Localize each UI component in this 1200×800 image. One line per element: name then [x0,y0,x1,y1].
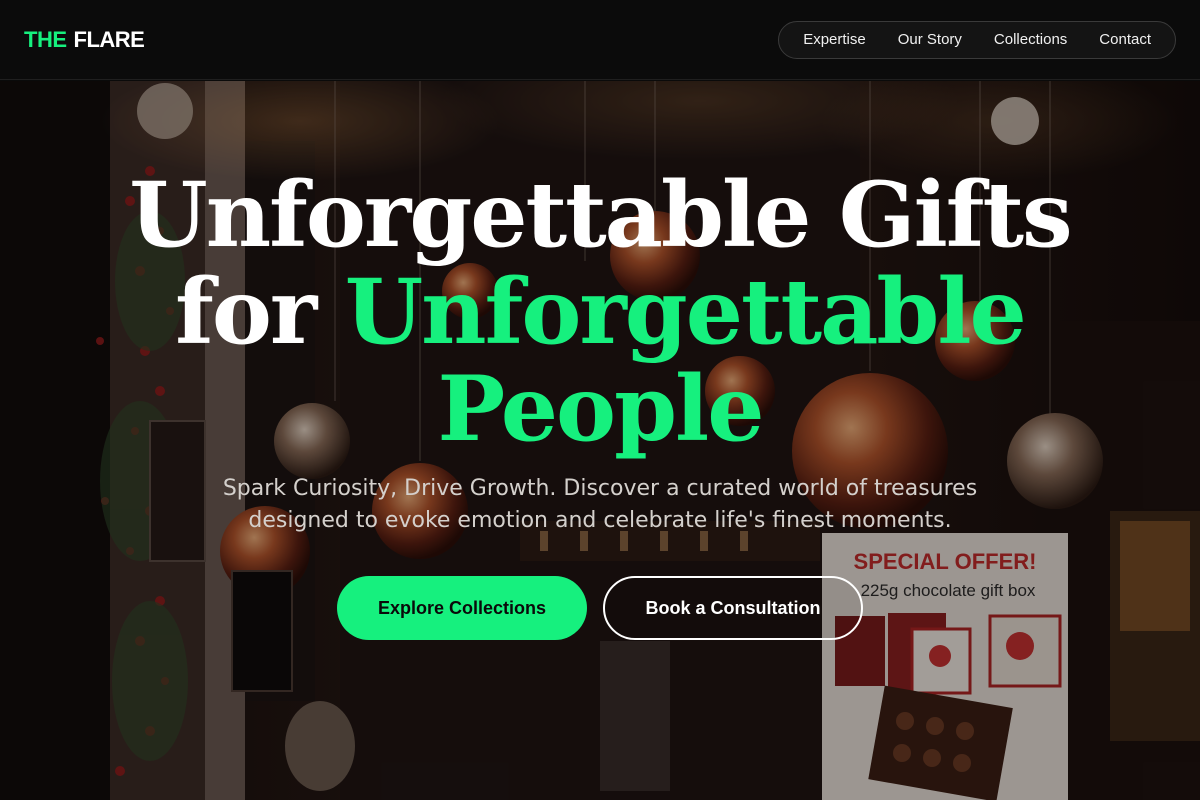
logo-the: THE [24,26,67,52]
headline-accent-people: People [437,356,765,462]
main-nav: Expertise Our Story Collections Contact [778,20,1176,59]
site-header: THE FLARE Expertise Our Story Collection… [0,0,1200,80]
hero-section: SPECIAL OFFER! 225g chocolate gift box U… [0,81,1200,800]
brand-logo[interactable]: THE FLARE [24,26,145,53]
hero-headline: Unforgettable Gifts for Unforgettable Pe… [0,167,1200,458]
nav-our-story[interactable]: Our Story [882,22,978,58]
nav-expertise[interactable]: Expertise [787,22,882,58]
book-consultation-button[interactable]: Book a Consultation [603,576,863,640]
headline-line1: Unforgettable Gifts [129,162,1072,268]
nav-collections[interactable]: Collections [978,22,1083,58]
nav-contact[interactable]: Contact [1083,22,1167,58]
headline-accent-unforgettable: Unforgettable [344,259,1027,365]
headline-for: for [175,259,317,365]
hero-subtitle: Spark Curiosity, Drive Growth. Discover … [222,476,978,533]
logo-flare: FLARE [73,26,145,52]
explore-collections-button[interactable]: Explore Collections [337,576,587,640]
